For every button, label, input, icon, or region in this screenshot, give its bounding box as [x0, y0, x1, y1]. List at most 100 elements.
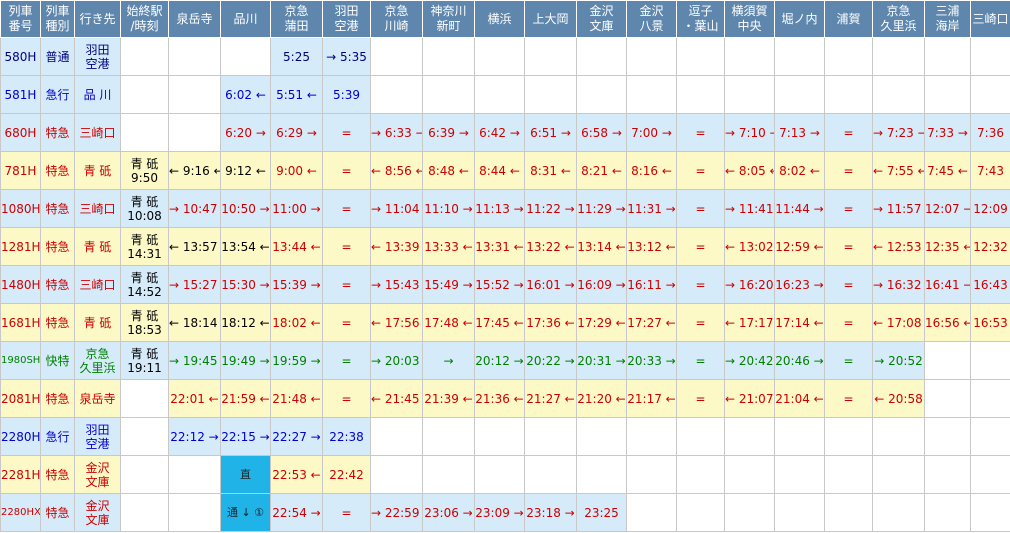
- time-cell: [970, 341, 1010, 380]
- cell-text: 11:10 →: [424, 201, 473, 216]
- cell-text: 普通: [45, 49, 70, 64]
- column-header-text: 泉岳寺: [176, 11, 213, 26]
- cell-text: 快特: [45, 353, 70, 368]
- cell-text: 通 ↓ ①: [226, 506, 265, 519]
- time-cell: → 22:59 →: [370, 493, 423, 532]
- time-cell: ← 21:07 ←: [724, 379, 775, 418]
- train-type-cell: 特急: [40, 189, 75, 228]
- cell-text: 5:39: [333, 87, 360, 102]
- cell-text: =: [843, 277, 854, 292]
- column-header-text: 上大岡: [532, 11, 569, 26]
- time-cell: → 7:10 →: [724, 113, 775, 152]
- time-cell: 21:36 ←: [474, 379, 525, 418]
- time-cell: ← 7:55 ←: [872, 151, 925, 190]
- cell-text: 直: [240, 468, 251, 481]
- time-cell: 6:20 →: [220, 113, 271, 152]
- time-cell: [422, 75, 475, 114]
- train-type-cell: 特急: [40, 151, 75, 190]
- time-cell: [774, 37, 825, 76]
- table-row: 2280HX 特急金沢文庫 通 ↓ ① 22:54 → = → 22:59 →23:06 …: [0, 493, 1010, 532]
- time-cell: [872, 75, 925, 114]
- time-cell: 7:33 →: [924, 113, 971, 152]
- cell-text: → 19:45 →: [169, 353, 220, 368]
- cell-text: 6:20 →: [225, 125, 266, 140]
- cell-text: 16:41 →: [925, 277, 971, 292]
- cell-text: 15:49 →: [424, 277, 473, 292]
- time-cell: 7:00 →: [626, 113, 677, 152]
- time-cell: 9:12 ←: [220, 151, 271, 190]
- cell-text: 17:45 ←: [475, 315, 524, 330]
- cell-text: 三崎口: [79, 125, 116, 140]
- time-cell: [120, 75, 169, 114]
- cell-text: 羽田: [85, 42, 110, 57]
- cell-text: 急行: [45, 87, 70, 102]
- time-cell: [120, 379, 169, 418]
- cell-text: 急行: [45, 429, 70, 444]
- time-cell: [724, 493, 775, 532]
- time-cell: =: [322, 189, 371, 228]
- time-cell: [824, 455, 873, 494]
- cell-text: 11:31 →: [627, 201, 676, 216]
- cell-text: 7:00 →: [631, 125, 672, 140]
- time-cell: 16:56 ←: [924, 303, 971, 342]
- cell-text: 16:23 →: [775, 277, 824, 292]
- train-type-cell: 普通: [40, 37, 75, 76]
- time-cell: 11:22 →: [524, 189, 577, 228]
- column-header: 金沢 八景: [626, 0, 677, 38]
- time-cell: 20:46 →: [774, 341, 825, 380]
- cell-text: 17:29 ←: [577, 315, 626, 330]
- cell-text: 12:59 ←: [775, 239, 824, 254]
- column-header-text: 金沢: [639, 4, 664, 18]
- cell-text: 6:39 →: [428, 125, 469, 140]
- train-type-cell: 特急: [40, 265, 75, 304]
- time-cell: [724, 455, 775, 494]
- cell-text: 21:48 ←: [272, 391, 321, 406]
- time-cell: → 16:20 →: [724, 265, 775, 304]
- cell-text: 青 砥: [130, 156, 159, 171]
- cell-text: 特急: [45, 505, 70, 520]
- time-cell: 8:16 ←: [626, 151, 677, 190]
- time-cell: [724, 37, 775, 76]
- time-cell: → 6:33 →: [370, 113, 423, 152]
- cell-text: → 15:43 →: [371, 277, 422, 292]
- time-cell: 5:51 ←: [270, 75, 323, 114]
- cell-text: 581H: [4, 87, 37, 102]
- time-cell: 12:35 ←: [924, 227, 971, 266]
- time-cell: ← 8:56 ←: [370, 151, 423, 190]
- time-cell: =: [322, 151, 371, 190]
- time-cell: =: [676, 303, 725, 342]
- cell-text: 文庫: [85, 512, 110, 527]
- cell-text: 1281H: [1, 239, 41, 254]
- time-cell: 21:48 ←: [270, 379, 323, 418]
- time-cell: → 16:32 →: [872, 265, 925, 304]
- cell-text: 青 砥: [83, 239, 112, 254]
- cell-text: 11:29 →: [577, 201, 626, 216]
- destination-cell: 青 砥: [74, 303, 121, 342]
- time-cell: 青 砥 10:08: [120, 189, 169, 228]
- time-cell: =: [322, 303, 371, 342]
- table-row: 680H 特急 三崎口 6:20 → 6:29 → = → 6:33 → 6:39 → 6:42…: [0, 113, 1010, 152]
- cell-text: → 15:27 →: [169, 277, 220, 292]
- column-header: 三浦 海岸: [924, 0, 971, 38]
- time-cell: [524, 75, 577, 114]
- column-header-text: 種別: [45, 19, 70, 33]
- cell-text: 20:12 →: [475, 353, 524, 368]
- time-cell: 20:22 →: [524, 341, 577, 380]
- cell-text: 13:14 ←: [577, 239, 626, 254]
- cell-text: 21:20 ←: [577, 391, 626, 406]
- column-header: 浦賀: [824, 0, 873, 38]
- cell-text: =: [843, 125, 854, 140]
- time-cell: [774, 75, 825, 114]
- cell-text: =: [341, 505, 352, 520]
- cell-text: 11:13 →: [475, 201, 524, 216]
- time-cell: [370, 37, 423, 76]
- cell-text: 品 川: [83, 87, 112, 102]
- time-cell: [924, 379, 971, 418]
- column-header-text: 八景: [639, 19, 664, 33]
- cell-text: 2280HX: [1, 506, 41, 518]
- time-cell: 15:39 →: [270, 265, 323, 304]
- cell-text: 1080H: [1, 201, 41, 216]
- time-cell: [924, 455, 971, 494]
- time-cell: ← 13:39 ←: [370, 227, 423, 266]
- column-header-text: 神奈川: [430, 4, 467, 18]
